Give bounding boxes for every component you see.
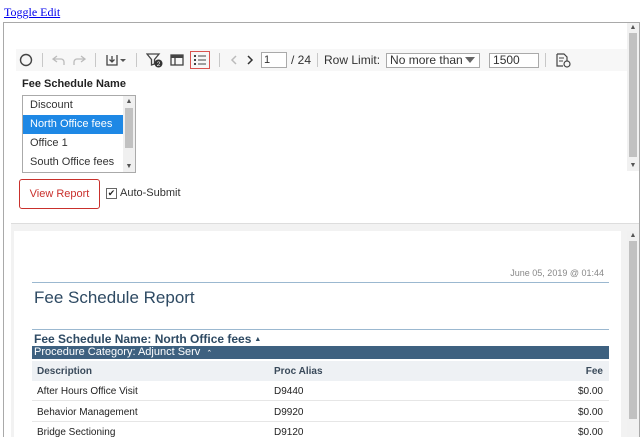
scroll-down-icon[interactable]: ▼ (627, 161, 639, 171)
page-number-input[interactable]: 1 (261, 52, 287, 68)
list-item[interactable]: Discount (23, 96, 128, 115)
auto-submit-label: Auto-Submit (120, 187, 181, 199)
listbox-scrollbar[interactable]: ▲ ▼ (123, 96, 135, 172)
undo-icon[interactable] (52, 51, 66, 69)
auto-submit-checkbox[interactable]: ✔ (106, 187, 117, 199)
row-limit-input[interactable]: 1500 (489, 52, 540, 68)
next-page-icon[interactable] (245, 51, 255, 69)
scroll-up-icon[interactable]: ▲ (123, 96, 135, 107)
report-viewer-frame: 2 1 / 24 Row Limit: No more than 1500 Fe… (3, 22, 640, 437)
auto-submit-option[interactable]: ✔ Auto-Submit (106, 187, 181, 199)
report-title: Fee Schedule Report (34, 288, 195, 307)
toolbar-divider (317, 53, 319, 67)
cell-proc-alias: D9920 (274, 407, 304, 418)
previous-page-icon[interactable] (229, 51, 239, 69)
report-area: June 05, 2019 @ 01:44 Fee Schedule Repor… (11, 223, 639, 437)
report-scrollbar[interactable]: ▲ (627, 231, 639, 437)
cell-fee: $0.00 (577, 427, 603, 437)
toolbar-divider (136, 53, 137, 67)
cell-proc-alias: D9120 (274, 427, 304, 437)
table-row: Bridge Sectioning D9120 $0.00 (32, 422, 609, 437)
scroll-up-icon[interactable]: ▲ (627, 231, 639, 241)
group-header-label: Procedure Category: Adjunct Serv (34, 346, 201, 358)
listbox-scroll-thumb[interactable] (125, 108, 133, 148)
column-header-proc-alias[interactable]: Proc Alias (274, 366, 323, 377)
page-settings-icon[interactable] (555, 51, 571, 69)
list-item[interactable]: Office 1 (23, 134, 128, 153)
chevron-down-icon (465, 57, 476, 63)
cell-description: After Hours Office Visit (37, 386, 138, 397)
fee-schedule-name-label: Fee Schedule Name (22, 78, 126, 90)
toolbar-divider (42, 53, 43, 67)
scroll-down-icon[interactable]: ▼ (123, 161, 135, 172)
report-divider (32, 282, 609, 283)
cell-proc-alias: D9440 (274, 386, 304, 397)
refresh-circle-icon[interactable] (19, 51, 33, 69)
toggle-edit-link[interactable]: Toggle Edit (4, 5, 60, 20)
viewer-toolbar: 2 1 / 24 Row Limit: No more than 1500 (16, 49, 628, 71)
filter-icon[interactable]: 2 (146, 51, 164, 69)
report-page: June 05, 2019 @ 01:44 Fee Schedule Repor… (14, 231, 621, 437)
cell-fee: $0.00 (577, 386, 603, 397)
row-limit-label: Row Limit: (324, 53, 381, 67)
parameter-panel-scrollbar[interactable]: ▲ ▼ (627, 23, 639, 171)
parameter-panel-scroll-thumb[interactable] (629, 33, 637, 157)
table-row: Behavior Management D9920 $0.00 (32, 402, 609, 422)
parameter-panel: 2 1 / 24 Row Limit: No more than 1500 Fe… (4, 23, 639, 221)
group-header-procedure-category[interactable]: Procedure Category: Adjunct Serv ⌃ (32, 346, 609, 359)
table-layout-icon[interactable] (170, 51, 184, 69)
cell-fee: $0.00 (577, 407, 603, 418)
fee-schedule-listbox[interactable]: Discount North Office fees Office 1 Sout… (22, 95, 136, 173)
cell-description: Bridge Sectioning (37, 427, 116, 437)
report-scroll-thumb[interactable] (629, 241, 637, 419)
row-limit-mode-select[interactable]: No more than (386, 52, 481, 68)
toolbar-divider (95, 53, 96, 67)
list-item-selected[interactable]: North Office fees (23, 115, 128, 134)
table-header: Description Proc Alias Fee (32, 361, 609, 381)
column-header-description[interactable]: Description (37, 366, 92, 377)
collapse-icon[interactable]: ⌃ (206, 350, 212, 357)
table-row: After Hours Office Visit D9440 $0.00 (32, 381, 609, 401)
row-limit-mode-value: No more than (390, 53, 463, 67)
redo-icon[interactable] (72, 51, 86, 69)
report-date: June 05, 2019 @ 01:44 (510, 268, 604, 278)
filter-count-badge: 2 (157, 61, 161, 68)
group-header-fee-schedule[interactable]: Fee Schedule Name: North Office fees ▲ (34, 332, 261, 346)
scroll-up-icon[interactable]: ▲ (627, 23, 639, 33)
toolbar-divider (545, 53, 547, 67)
list-item[interactable]: South Office fees (23, 153, 128, 172)
sort-up-icon[interactable]: ▲ (254, 336, 261, 343)
page-total: / 24 (291, 53, 312, 67)
column-header-fee[interactable]: Fee (586, 366, 603, 377)
cell-description: Behavior Management (37, 407, 138, 418)
group-header-label: Fee Schedule Name: North Office fees (34, 332, 252, 346)
toolbar-divider (219, 53, 220, 67)
export-icon[interactable] (105, 51, 127, 69)
parameters-list-icon[interactable] (190, 51, 210, 69)
view-report-button[interactable]: View Report (19, 179, 100, 209)
report-divider (32, 329, 609, 330)
